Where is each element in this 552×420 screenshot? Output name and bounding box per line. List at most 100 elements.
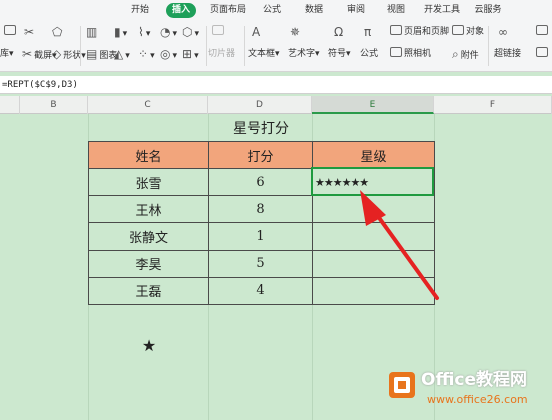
stars-cell[interactable] — [312, 276, 435, 306]
tab-cloud[interactable]: 云服务 — [470, 3, 506, 18]
watermark-brand: Office教程网 — [421, 370, 528, 390]
object-button[interactable]: 对象 — [452, 22, 484, 42]
slicer-icon — [212, 22, 226, 42]
scatter-icon: ⁘ — [138, 47, 149, 61]
source-star-cell[interactable]: ★ — [139, 336, 159, 356]
separator — [488, 26, 489, 66]
name-cell[interactable]: 张静文 — [88, 222, 209, 251]
donut-chart-button[interactable]: ◎ ▾ — [160, 44, 177, 64]
column-chart-icon: ▮ — [114, 25, 121, 39]
name-cell[interactable]: 张雪 — [88, 168, 209, 197]
column-chart-button[interactable]: ▮ ▾ — [114, 22, 127, 42]
textbox-button[interactable]: 文本框▾ — [248, 44, 280, 64]
office-logo-icon — [389, 372, 415, 398]
symbol-icon[interactable]: Ω — [334, 22, 345, 42]
table-row: 张雪 6 ★★★★★★ — [88, 168, 435, 197]
column-header-d[interactable]: D — [208, 96, 312, 114]
separator — [80, 26, 81, 66]
scissors-icon: ✂ — [22, 47, 33, 61]
watermark-url: www.office26.com — [427, 393, 528, 406]
header-footer-icon — [390, 25, 402, 35]
combo-chart-icon: ⊞ — [182, 47, 193, 61]
equation-icon[interactable]: π — [364, 22, 373, 42]
pie-chart-button[interactable]: ◔ ▾ — [160, 22, 177, 42]
score-cell[interactable]: 4 — [208, 276, 313, 306]
camera-button[interactable]: 照相机 — [390, 44, 431, 64]
paperclip-icon: ⌕ — [452, 47, 459, 61]
table-row: 王磊 4 — [88, 276, 435, 306]
tab-insert[interactable]: 插入 — [166, 3, 196, 18]
name-cell[interactable]: 王磊 — [88, 276, 209, 306]
other-chart-button[interactable]: ⊞ ▾ — [182, 44, 199, 64]
header-name[interactable]: 姓名 — [88, 140, 209, 170]
camera-icon — [390, 47, 402, 57]
line-chart-icon: ⌇ — [138, 25, 144, 39]
header-score[interactable]: 打分 — [208, 140, 313, 170]
table-header-row: 姓名 打分 星级 — [88, 140, 435, 170]
picture-icon[interactable] — [4, 22, 18, 42]
tab-view[interactable]: 视图 — [382, 3, 410, 18]
stars-cell[interactable] — [312, 249, 435, 278]
attachment-button[interactable]: ⌕ 附件 — [452, 44, 479, 64]
header-footer-button[interactable]: 页眉和页脚 — [390, 22, 449, 42]
column-header-f[interactable]: F — [434, 96, 552, 114]
score-cell[interactable]: 6 — [208, 168, 313, 197]
column-header-e[interactable]: E — [312, 96, 434, 114]
tab-developer[interactable]: 开发工具 — [420, 3, 464, 18]
separator — [206, 26, 207, 66]
tab-data[interactable]: 数据 — [300, 3, 328, 18]
column-header-b[interactable]: B — [20, 96, 88, 114]
shapes-icon[interactable]: ⬠ — [52, 22, 64, 42]
slicer-button[interactable]: 切片器 — [208, 44, 235, 64]
object-icon — [452, 25, 464, 35]
radar-icon: ⬡ — [182, 25, 193, 39]
tab-review[interactable]: 审阅 — [342, 3, 370, 18]
stars-cell[interactable]: ★★★★★★ — [312, 168, 435, 197]
column-header-c[interactable]: C — [88, 96, 208, 114]
header-stars[interactable]: 星级 — [312, 140, 435, 170]
tab-home[interactable]: 开始 — [126, 3, 154, 18]
textbox-icon[interactable]: A — [252, 22, 262, 42]
score-table: 姓名 打分 星级 张雪 6 ★★★★★★ 王林 8 张静文 1 李昊 5 王磊 … — [88, 140, 435, 306]
score-cell[interactable]: 5 — [208, 249, 313, 278]
pie-chart-icon: ◔ — [160, 25, 171, 39]
hyperlink-icon[interactable]: ∞ — [498, 22, 510, 42]
symbol-button[interactable]: 符号▾ — [328, 44, 351, 64]
scatter-chart-button[interactable]: ⁘ ▾ — [138, 44, 155, 64]
separator — [244, 26, 245, 66]
table-row: 李昊 5 — [88, 249, 435, 278]
wordart-button[interactable]: 艺术字▾ — [288, 44, 320, 64]
stars-cell[interactable] — [312, 222, 435, 251]
row-header-corner[interactable] — [0, 96, 20, 114]
column-header-row: B C D E F — [0, 96, 552, 114]
table-row: 王林 8 — [88, 195, 435, 224]
line-chart-button[interactable]: ⌇ ▾ — [138, 22, 150, 42]
wordart-icon[interactable]: ✵ — [290, 22, 302, 42]
more-icon-2[interactable] — [536, 44, 550, 64]
more-icon[interactable] — [536, 22, 550, 42]
area-chart-button[interactable]: ◭ ▾ — [114, 44, 130, 64]
score-cell[interactable]: 1 — [208, 222, 313, 251]
hyperlink-button[interactable]: 超链接 — [494, 44, 521, 64]
score-cell[interactable]: 8 — [208, 195, 313, 224]
name-cell[interactable]: 李昊 — [88, 249, 209, 278]
name-cell[interactable]: 王林 — [88, 195, 209, 224]
ribbon-toolbar: 库▾ ✂ ✂ 截屏▾ ⬠ ◇ 形状▾ ▥ ▤ 图表 ▮ ▾ ⌇ ▾ ◔ ▾ ⬡ ▾ ◭ ▾ ⁘ ▾… — [0, 20, 552, 72]
ribbon-tabs: 开始 插入 页面布局 公式 数据 审阅 视图 开发工具 云服务 — [0, 0, 552, 20]
chart-icon[interactable]: ▥ — [86, 22, 99, 42]
chart-button[interactable]: ▤ 图表 — [86, 44, 117, 64]
equation-button[interactable]: 公式 — [360, 44, 378, 64]
table-row: 张静文 1 — [88, 222, 435, 251]
library-button[interactable]: 库▾ — [0, 44, 14, 64]
screenshot-icon[interactable]: ✂ — [24, 22, 36, 42]
stars-cell[interactable] — [312, 195, 435, 224]
tab-page-layout[interactable]: 页面布局 — [206, 3, 250, 18]
formula-bar[interactable]: =REPT($C$9,D3) — [0, 76, 552, 94]
shape-icon: ◇ — [52, 47, 62, 61]
tab-formulas[interactable]: 公式 — [258, 3, 286, 18]
bar-chart-icon: ▤ — [86, 47, 98, 61]
sheet-title[interactable]: 星号打分 — [90, 118, 432, 140]
area-chart-icon: ◭ — [114, 47, 124, 61]
donut-icon: ◎ — [160, 47, 171, 61]
radar-chart-button[interactable]: ⬡ ▾ — [182, 22, 199, 42]
